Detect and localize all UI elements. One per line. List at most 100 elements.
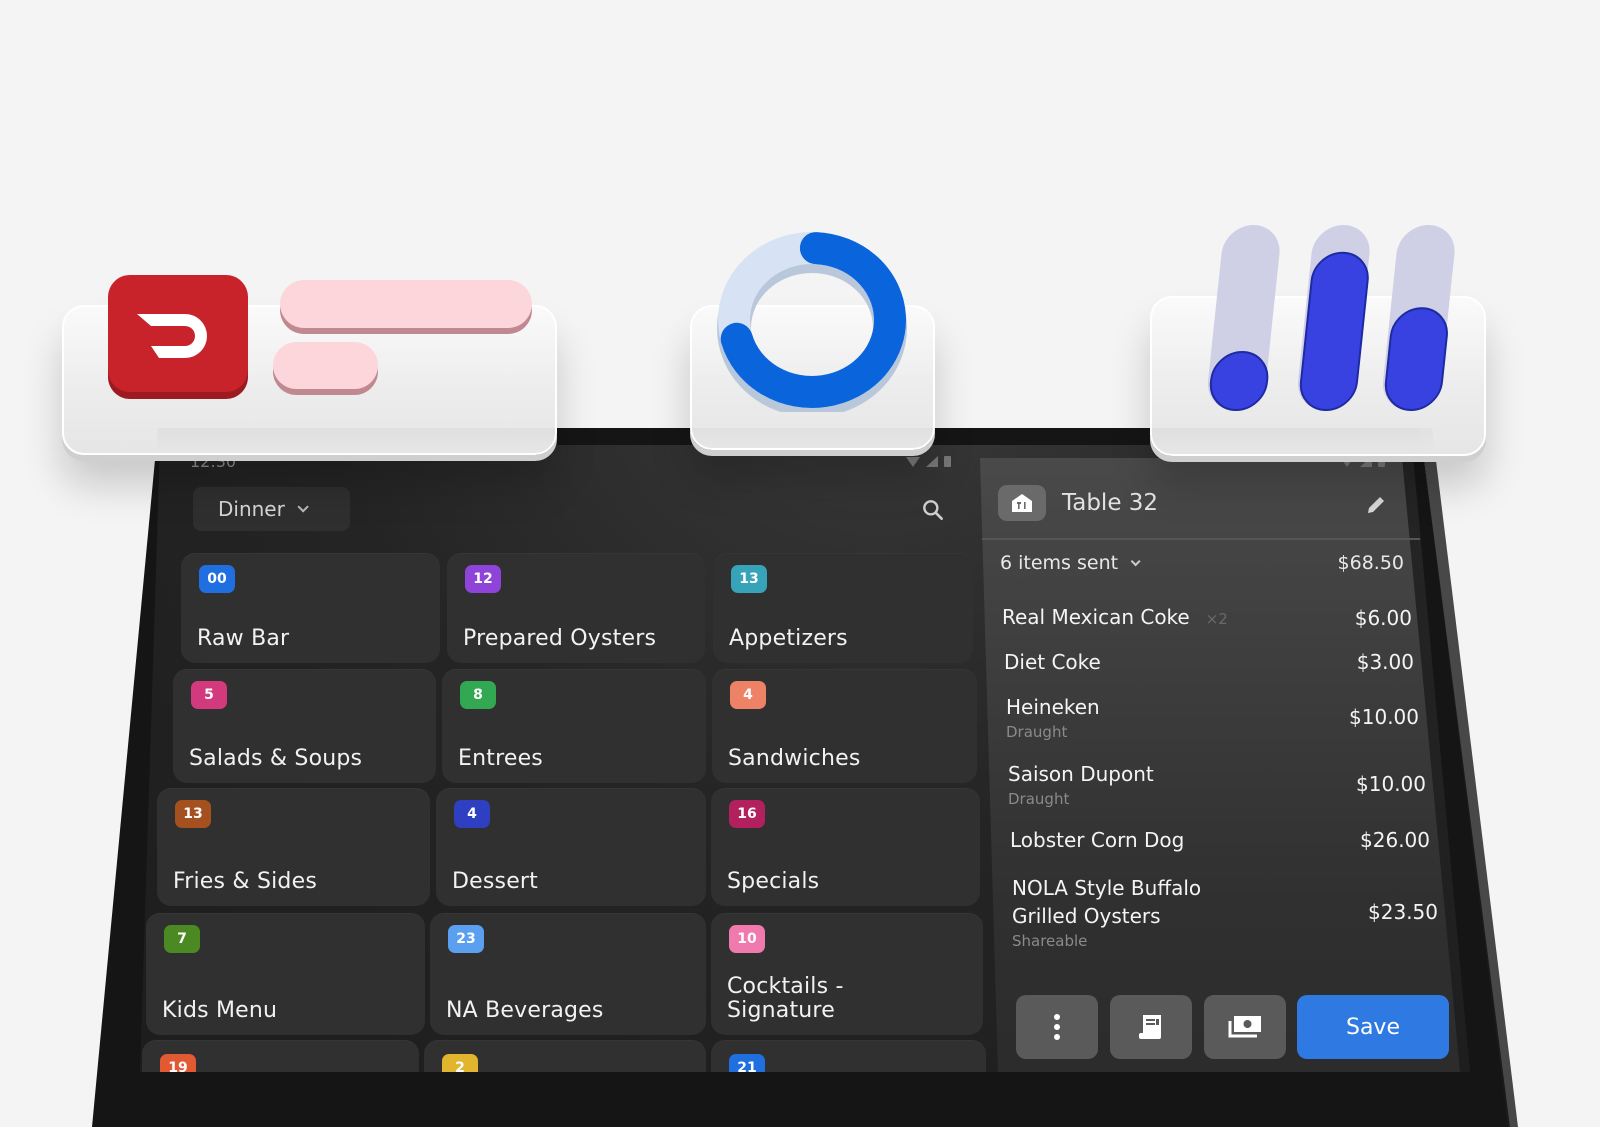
signal-icon xyxy=(926,456,938,467)
payment-button[interactable] xyxy=(1204,995,1286,1059)
category-label: Kids Menu xyxy=(162,998,278,1023)
doordash-logo-icon xyxy=(108,275,248,392)
category-tile[interactable]: 4 Sandwiches xyxy=(712,669,977,783)
order-item[interactable]: NOLA Style Buffalo Grilled Oysters Share… xyxy=(1012,874,1438,950)
order-item-modifier: Shareable xyxy=(1012,932,1088,950)
order-item[interactable]: Saison Dupont Draught $10.00 xyxy=(1008,760,1426,808)
category-label: Appetizers xyxy=(729,626,848,651)
order-item[interactable]: Real Mexican Coke ×2 $6.00 xyxy=(1002,603,1412,633)
item-count-badge: 23 xyxy=(448,925,484,953)
table-icon-badge xyxy=(998,485,1046,521)
order-total: $68.50 xyxy=(1337,552,1404,574)
placeholder-bar xyxy=(280,280,532,328)
print-receipt-button[interactable] xyxy=(1110,995,1192,1059)
category-tile[interactable]: 8 Entrees xyxy=(442,669,706,783)
donut-progress-icon xyxy=(717,232,907,412)
category-label: Sandwiches xyxy=(728,746,861,771)
order-item-price: $10.00 xyxy=(1356,772,1426,796)
search-icon xyxy=(923,500,943,520)
category-tile[interactable]: 5 Salads & Soups xyxy=(173,669,436,783)
receipt-icon xyxy=(1139,1015,1161,1039)
category-tile[interactable]: 16 Specials xyxy=(711,788,980,906)
placeholder-bar xyxy=(273,342,378,389)
item-count-badge: 5 xyxy=(191,681,227,709)
sent-summary-row[interactable]: 6 items sent $68.50 xyxy=(1000,552,1404,574)
category-label: Prepared Oysters xyxy=(463,626,657,651)
table-restaurant-icon xyxy=(1012,494,1032,512)
category-label: Fries & Sides xyxy=(173,869,317,894)
item-count-badge: 16 xyxy=(729,800,765,828)
wifi-icon xyxy=(1340,457,1354,467)
order-item-name: NOLA Style Buffalo Grilled Oysters xyxy=(1012,876,1202,928)
order-item-price: $10.00 xyxy=(1349,705,1419,729)
item-count-badge: 21 xyxy=(729,1054,765,1072)
item-count-badge: 2 xyxy=(442,1054,478,1072)
item-count-badge: 00 xyxy=(199,565,235,593)
category-label: Dessert xyxy=(452,869,539,894)
bar-levels-icon xyxy=(1207,225,1455,411)
category-tile[interactable]: 23 NA Beverages xyxy=(430,913,706,1035)
order-item-price: $26.00 xyxy=(1360,828,1430,852)
order-item-name: Heineken xyxy=(1006,695,1100,719)
category-tile[interactable]: 21 xyxy=(711,1040,986,1072)
item-count-badge: 10 xyxy=(729,925,765,953)
category-label: Raw Bar xyxy=(197,626,290,651)
category-tile[interactable]: 4 Dessert xyxy=(436,788,706,906)
category-tile[interactable]: 13 Fries & Sides xyxy=(157,788,430,906)
more-vertical-icon xyxy=(1054,1014,1060,1040)
chevron-down-icon xyxy=(1130,555,1141,566)
search-button[interactable] xyxy=(920,497,946,523)
category-label: Cocktails - Signature xyxy=(727,974,844,1023)
chevron-down-icon xyxy=(297,501,309,513)
category-label: Specials xyxy=(727,869,820,894)
item-count-badge: 4 xyxy=(730,681,766,709)
item-count-badge: 13 xyxy=(175,800,211,828)
category-tile[interactable]: 10 Cocktails - Signature xyxy=(711,913,983,1035)
order-item-name: Real Mexican Coke xyxy=(1002,605,1190,629)
category-label: Salads & Soups xyxy=(189,746,363,771)
category-tile[interactable]: 13 Appetizers xyxy=(713,553,973,663)
edit-table-button[interactable] xyxy=(1364,493,1388,517)
panel-divider xyxy=(982,538,1420,540)
category-tile[interactable]: 00 Raw Bar xyxy=(181,553,440,663)
order-item[interactable]: Lobster Corn Dog $26.00 xyxy=(1010,826,1430,854)
menu-select-dropdown[interactable]: Dinner xyxy=(193,487,350,531)
status-icons xyxy=(906,456,951,467)
order-item-name: Saison Dupont xyxy=(1008,762,1154,786)
category-tile[interactable]: 7 Kids Menu xyxy=(146,913,425,1035)
item-count-badge: 8 xyxy=(460,681,496,709)
cash-payment-icon xyxy=(1228,1016,1261,1038)
battery-icon xyxy=(1378,456,1385,467)
menu-select-label: Dinner xyxy=(218,497,285,521)
order-item-qty: ×2 xyxy=(1205,610,1228,628)
order-item-price: $6.00 xyxy=(1354,606,1412,630)
item-count-badge: 7 xyxy=(164,925,200,953)
pencil-icon xyxy=(1368,497,1384,513)
category-tile[interactable]: 2 xyxy=(424,1040,706,1072)
order-item-name: Diet Coke xyxy=(1004,650,1101,674)
order-item[interactable]: Diet Coke $3.00 xyxy=(1004,648,1414,676)
item-count-badge: 4 xyxy=(454,800,490,828)
sent-summary-label: 6 items sent xyxy=(1000,552,1119,574)
order-item-modifier: Draught xyxy=(1006,723,1068,741)
category-label: NA Beverages xyxy=(446,998,604,1023)
bar-fill xyxy=(1299,251,1369,411)
item-count-badge: 12 xyxy=(465,565,501,593)
table-title: Table 32 xyxy=(1062,490,1159,516)
wifi-icon xyxy=(906,457,920,467)
item-count-badge: 13 xyxy=(731,565,767,593)
save-button[interactable]: Save xyxy=(1297,995,1449,1059)
category-label: Entrees xyxy=(458,746,543,771)
category-tile[interactable]: 19 xyxy=(142,1040,419,1072)
battery-icon xyxy=(944,456,951,467)
order-item-price: $3.00 xyxy=(1356,650,1414,674)
order-item-price: $23.50 xyxy=(1368,900,1438,924)
item-count-badge: 19 xyxy=(160,1054,196,1072)
more-options-button[interactable] xyxy=(1016,995,1098,1059)
signal-icon xyxy=(1360,456,1372,467)
order-item-name: Lobster Corn Dog xyxy=(1010,828,1185,852)
status-icons xyxy=(1340,456,1385,467)
category-tile[interactable]: 12 Prepared Oysters xyxy=(447,553,705,663)
order-item-modifier: Draught xyxy=(1008,790,1070,808)
order-item[interactable]: Heineken Draught $10.00 xyxy=(1006,693,1419,741)
